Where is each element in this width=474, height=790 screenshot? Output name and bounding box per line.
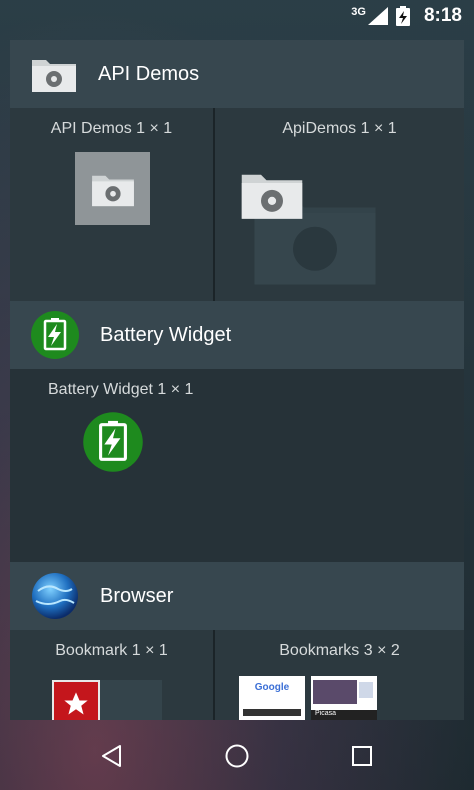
widget-thumbnail xyxy=(75,152,150,225)
bookmarks-grid-thumbnail: Google Picasa xyxy=(239,676,381,720)
bookmark-star-icon xyxy=(52,680,100,720)
folder-gear-icon xyxy=(91,175,134,206)
recents-icon xyxy=(351,746,372,766)
globe-icon xyxy=(32,573,78,619)
home-button[interactable] xyxy=(207,726,267,786)
home-icon xyxy=(225,744,249,768)
widget-row: Battery Widget 1 × 1 xyxy=(10,369,464,562)
widget-label: Bookmarks 3 × 2 xyxy=(279,642,400,659)
status-bar: 3G 8:18 xyxy=(0,0,474,32)
battery-charging-icon xyxy=(395,6,410,26)
app-section-battery-widget: Battery Widget Battery Widget 1 × 1 xyxy=(10,301,464,562)
widget-row: Bookmark 1 × 1 Bookmarks 3 × 2 Google Pi… xyxy=(10,630,464,720)
folder-gear-icon xyxy=(241,174,303,219)
back-button[interactable] xyxy=(82,726,142,786)
app-name: API Demos xyxy=(98,62,200,85)
app-header: Browser xyxy=(10,562,464,630)
clock: 8:18 xyxy=(423,5,462,26)
widget-preview[interactable]: Bookmark 1 × 1 xyxy=(10,630,213,720)
widget-label: Battery Widget 1 × 1 xyxy=(48,381,194,398)
app-header: Battery Widget xyxy=(10,301,464,369)
back-icon xyxy=(102,745,122,767)
bookmark-tile-label: Google xyxy=(254,682,290,693)
widget-label: ApiDemos 1 × 1 xyxy=(282,120,397,137)
widget-row: API Demos 1 × 1 ApiDemos 1 × 1 xyxy=(10,108,464,301)
app-name: Battery Widget xyxy=(100,323,232,346)
widget-preview[interactable]: API Demos 1 × 1 xyxy=(10,108,213,301)
recents-button[interactable] xyxy=(332,726,392,786)
app-section-api-demos: API Demos API Demos 1 × 1 ApiDemos 1 × 1 xyxy=(10,40,464,301)
bookmark-thumbnail xyxy=(52,680,162,720)
widget-preview[interactable]: Battery Widget 1 × 1 xyxy=(10,369,464,562)
navigation-bar xyxy=(0,722,474,790)
network-type: 3G xyxy=(351,6,366,18)
bookmark-tile: Picasa xyxy=(311,676,377,720)
signal-icon xyxy=(367,7,388,25)
widget-label: API Demos 1 × 1 xyxy=(50,120,173,137)
app-section-browser: Browser Bookmark 1 × 1 Bookmarks 3 × 2 G… xyxy=(10,562,464,720)
folder-gear-icon xyxy=(32,60,76,92)
bookmark-tile: Google xyxy=(239,676,305,720)
battery-bolt-icon xyxy=(83,412,143,472)
widget-preview[interactable]: Bookmarks 3 × 2 Google Picasa xyxy=(213,630,464,720)
widget-label: Bookmark 1 × 1 xyxy=(55,642,168,659)
battery-bolt-icon xyxy=(31,311,79,359)
app-header: API Demos xyxy=(10,40,464,108)
app-name: Browser xyxy=(100,584,174,607)
widget-preview[interactable]: ApiDemos 1 × 1 xyxy=(213,108,464,301)
widget-list[interactable]: API Demos API Demos 1 × 1 ApiDemos 1 × 1 xyxy=(10,40,464,720)
bookmark-tile-label: Picasa xyxy=(315,710,337,717)
